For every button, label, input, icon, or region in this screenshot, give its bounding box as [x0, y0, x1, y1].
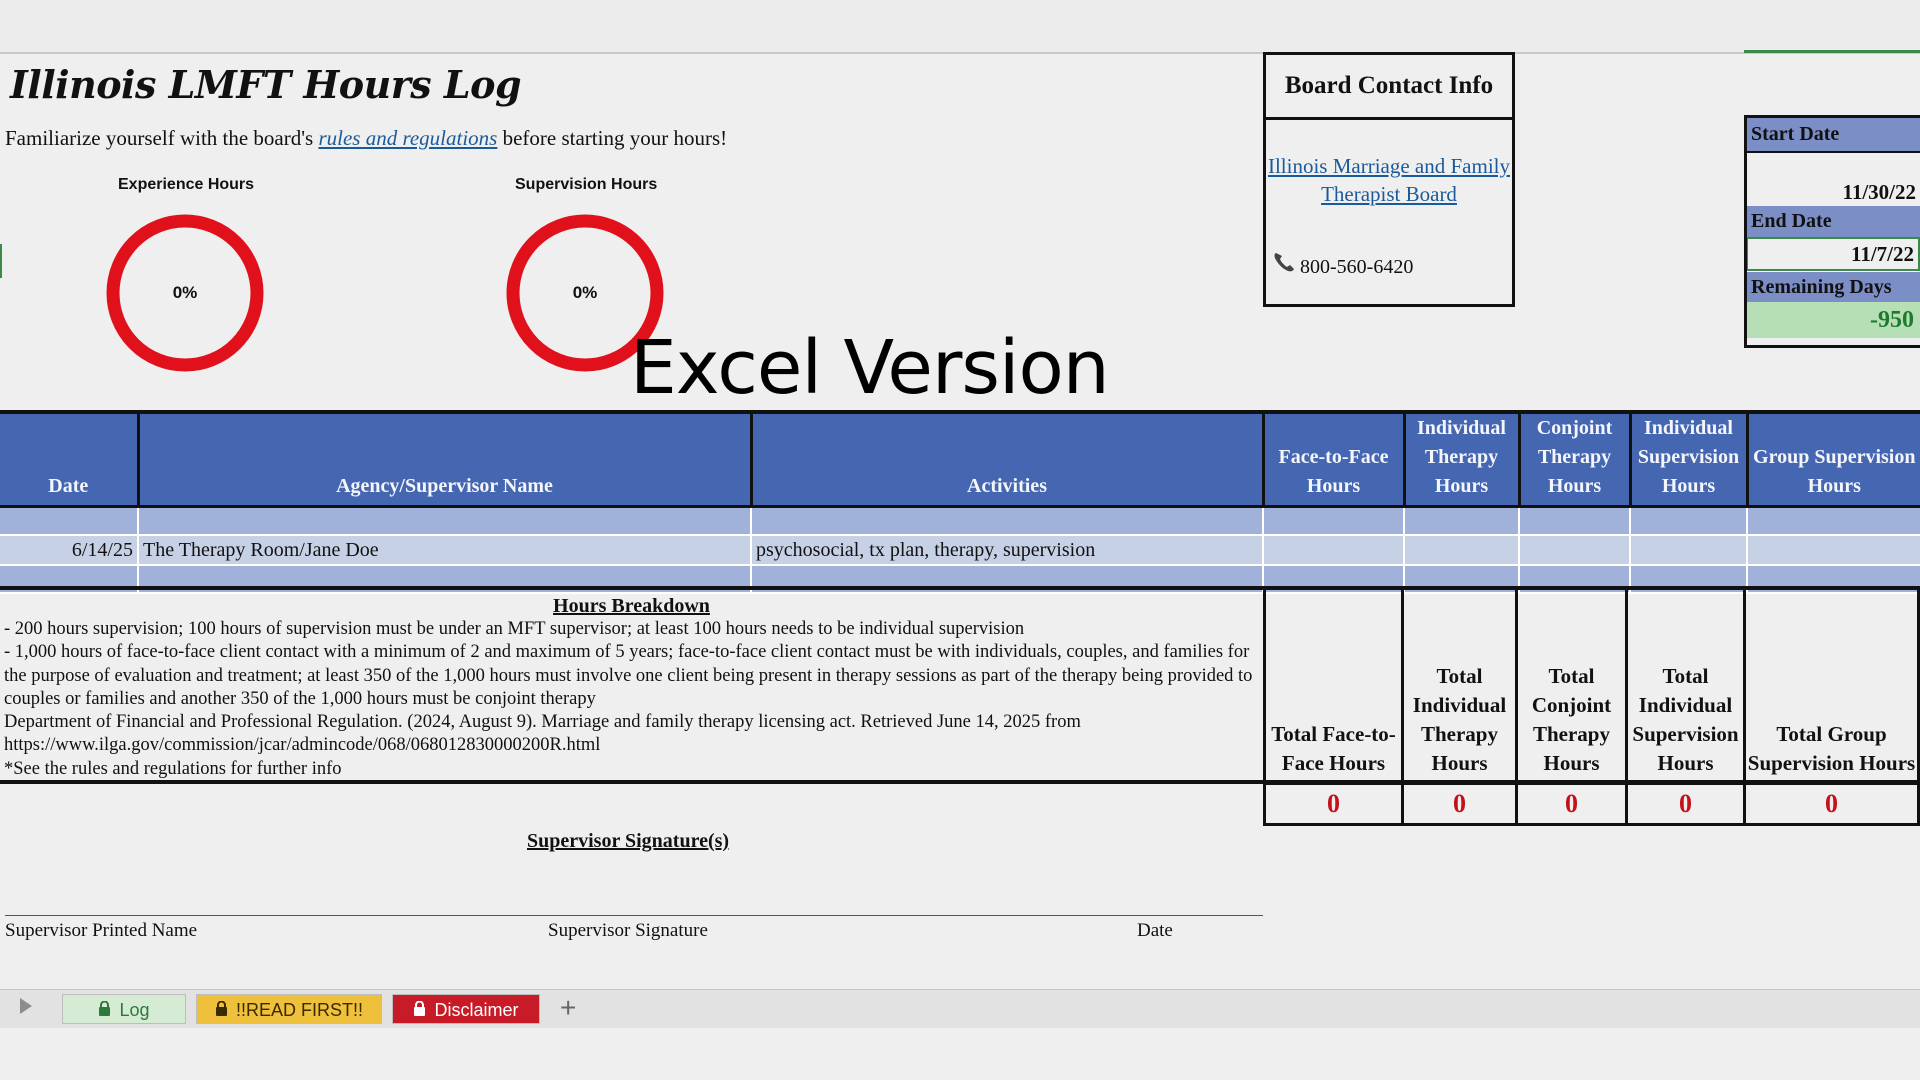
total-label-text: Total Individual Therapy Hours — [1412, 664, 1507, 775]
supervisor-signatures-heading: Supervisor Signature(s) — [527, 830, 730, 852]
tab-read-first-label: !!READ FIRST!! — [235, 1000, 363, 1020]
cell-conjoint-therapy[interactable] — [1518, 506, 1630, 536]
board-contact-header: Board Contact Info — [1266, 55, 1512, 120]
phone-icon-glyph — [1274, 253, 1294, 272]
total-group-supervision-label: Total Group Supervision Hours — [1743, 586, 1920, 784]
breakdown-line: *See the rules and regulations for furth… — [4, 758, 342, 779]
lock-icon — [215, 995, 228, 1025]
total-face-to-face-value[interactable]: 0 — [1263, 782, 1404, 826]
intro-text-before: Familiarize yourself with the board's — [5, 126, 319, 150]
board-phone-number: 800-560-6420 — [1300, 256, 1414, 278]
intro-text: Familiarize yourself with the board's ru… — [5, 126, 727, 151]
lock-icon-glyph — [414, 1000, 426, 1016]
table-row: 6/14/25 The Therapy Room/Jane Doe psycho… — [0, 535, 1920, 566]
board-contact-box: Board Contact Info Illinois Marriage and… — [1263, 52, 1515, 307]
tab-read-first[interactable]: !!READ FIRST!! — [196, 994, 382, 1024]
lock-icon-glyph — [99, 1000, 111, 1016]
cell-individual-therapy[interactable] — [1403, 535, 1519, 566]
cell-individual-therapy[interactable] — [1403, 506, 1519, 536]
lock-icon-glyph — [215, 1000, 227, 1016]
lock-icon — [413, 995, 426, 1025]
cell-conjoint-therapy[interactable] — [1518, 535, 1630, 566]
intro-text-after: before starting your hours! — [497, 126, 728, 150]
cell-individual-supervision[interactable] — [1629, 506, 1747, 536]
date-tracker-box: Start Date 11/30/22 End Date 11/7/22 Rem… — [1744, 115, 1920, 348]
signature-line[interactable] — [5, 915, 1263, 916]
total-conjoint-therapy-value[interactable]: 0 — [1515, 782, 1628, 826]
end-date-cell[interactable]: 11/7/22 — [1747, 237, 1920, 271]
cell-group-supervision[interactable] — [1746, 535, 1920, 566]
table-row — [0, 506, 1920, 536]
total-label-text: Total Conjoint Therapy Hours — [1531, 664, 1612, 775]
start-date-cell[interactable]: 11/30/22 — [1747, 153, 1920, 206]
cell-individual-supervision[interactable] — [1629, 535, 1747, 566]
total-individual-therapy-label: Total Individual Therapy Hours — [1401, 586, 1518, 784]
table-header-row: Date Agency/Supervisor Name Activities F… — [0, 410, 1920, 508]
cell-date[interactable] — [0, 506, 138, 536]
cell-face-to-face[interactable] — [1262, 506, 1404, 536]
remaining-days-value: -950 — [1747, 302, 1920, 338]
hours-log-table: Date Agency/Supervisor Name Activities F… — [0, 410, 1920, 594]
remaining-days-label: Remaining Days — [1747, 271, 1920, 302]
column-header-face-to-face[interactable]: Face-to-Face Hours — [1261, 410, 1404, 508]
column-header-individual-supervision[interactable]: Individual Supervision Hours — [1628, 410, 1747, 508]
cell-agency[interactable] — [137, 506, 751, 536]
total-label-text: Total Face-to-Face Hours — [1271, 722, 1396, 775]
board-phone: 800-560-6420 — [1272, 251, 1413, 279]
tab-log-label: Log — [119, 1000, 150, 1020]
cell-date[interactable]: 6/14/25 — [0, 535, 138, 566]
tab-log[interactable]: Log — [62, 994, 186, 1024]
total-group-supervision-value[interactable]: 0 — [1743, 782, 1920, 826]
row-selection-marker — [0, 244, 2, 278]
status-bar — [0, 1028, 1920, 1080]
top-toolbar-strip — [0, 0, 1920, 54]
breakdown-line: Department of Financial and Professional… — [4, 712, 1081, 756]
supervision-hours-label: Supervision Hours — [515, 176, 658, 193]
column-header-group-supervision[interactable]: Group Supervision Hours — [1745, 410, 1920, 508]
total-conjoint-therapy-label: Total Conjoint Therapy Hours — [1515, 586, 1628, 784]
rules-regulations-link[interactable]: rules and regulations — [318, 126, 497, 150]
phone-icon — [1272, 251, 1296, 279]
experience-hours-label: Experience Hours — [118, 176, 255, 193]
supervisor-signature-label: Supervisor Signature — [548, 920, 708, 941]
total-individual-supervision-value[interactable]: 0 — [1625, 782, 1746, 826]
experience-hours-percent: 0% — [172, 283, 198, 302]
board-website-link[interactable]: Illinois Marriage and Family Therapist B… — [1266, 152, 1512, 208]
cell-activities[interactable] — [750, 506, 1263, 536]
tab-disclaimer[interactable]: Disclaimer — [392, 994, 540, 1024]
total-label-text: Total Individual Supervision Hours — [1632, 664, 1739, 775]
cell-activities[interactable]: psychosocial, tx plan, therapy, supervis… — [750, 535, 1263, 566]
column-header-agency[interactable]: Agency/Supervisor Name — [136, 410, 751, 508]
hours-breakdown-box: Hours Breakdown - 200 hours supervision;… — [0, 586, 1263, 784]
hours-breakdown-heading: Hours Breakdown — [553, 595, 710, 617]
selection-indicator — [1744, 50, 1920, 53]
column-header-individual-therapy[interactable]: Individual Therapy Hours — [1402, 410, 1519, 508]
supervisor-printed-name-label: Supervisor Printed Name — [5, 920, 198, 941]
cell-group-supervision[interactable] — [1746, 506, 1920, 536]
add-sheet-button[interactable]: + — [560, 992, 576, 1024]
total-face-to-face-label: Total Face-to-Face Hours — [1263, 586, 1404, 784]
breakdown-line: - 200 hours supervision; 100 hours of su… — [4, 619, 1025, 639]
total-individual-supervision-label: Total Individual Supervision Hours — [1625, 586, 1746, 784]
experience-hours-donut[interactable]: 0% — [105, 213, 265, 373]
hours-breakdown-body: - 200 hours supervision; 100 hours of su… — [0, 618, 1263, 781]
sheet-title: Illinois LMFT Hours Log — [10, 62, 522, 107]
breakdown-line: - 1,000 hours of face-to-face client con… — [4, 642, 1253, 709]
tab-disclaimer-label: Disclaimer — [434, 1000, 519, 1020]
signature-date-label: Date — [1137, 920, 1173, 941]
total-individual-therapy-value[interactable]: 0 — [1401, 782, 1518, 826]
column-header-conjoint-therapy[interactable]: Conjoint Therapy Hours — [1517, 410, 1630, 508]
excel-version-caption: Excel Version — [630, 325, 1110, 411]
cell-agency[interactable]: The Therapy Room/Jane Doe — [137, 535, 751, 566]
column-header-date[interactable]: Date — [0, 410, 138, 508]
sheet-tab-bar: Log !!READ FIRST!! Disclaimer + — [0, 989, 1920, 1029]
end-date-label: End Date — [1747, 206, 1920, 237]
cell-face-to-face[interactable] — [1262, 535, 1404, 566]
total-label-text: Total Group Supervision Hours — [1747, 722, 1916, 775]
lock-icon — [98, 995, 111, 1025]
column-header-activities[interactable]: Activities — [749, 410, 1263, 508]
tab-scroll-arrow-icon[interactable] — [20, 998, 32, 1014]
start-date-label: Start Date — [1747, 118, 1920, 153]
